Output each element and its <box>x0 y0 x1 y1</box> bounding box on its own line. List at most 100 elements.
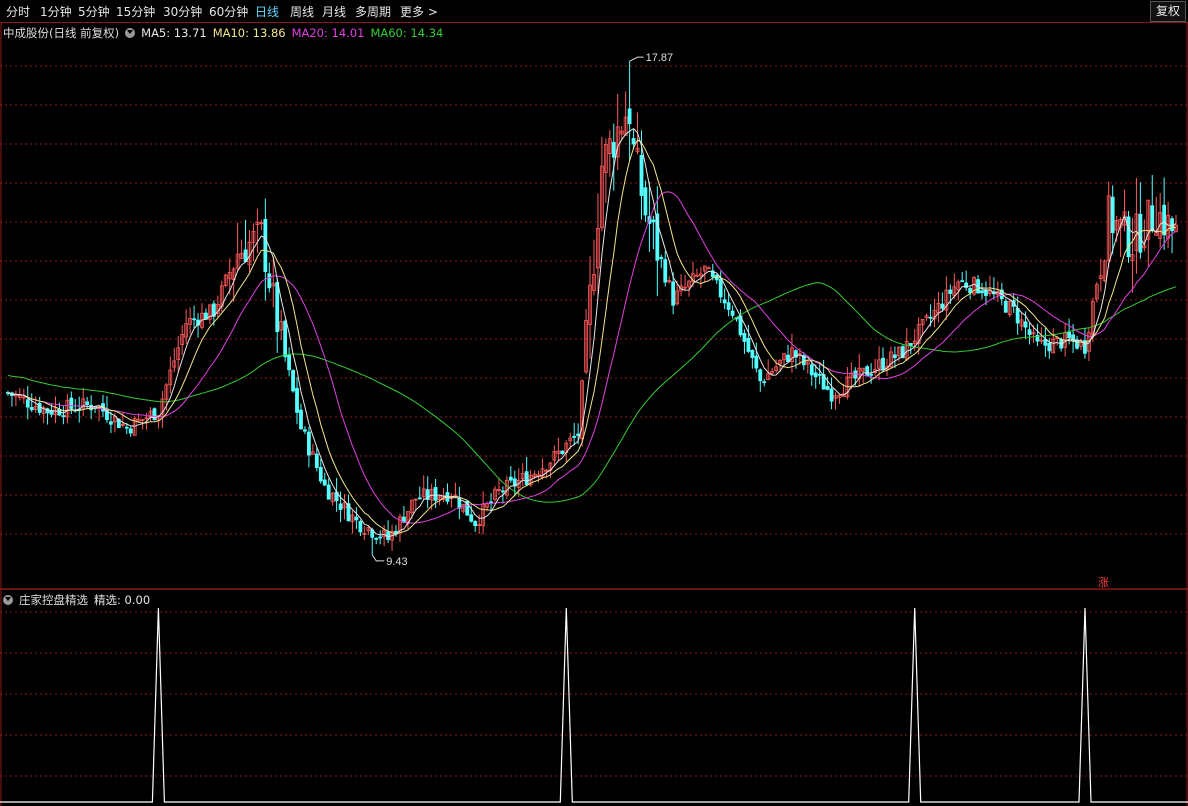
candle-body <box>417 497 422 500</box>
candle-body <box>671 281 676 306</box>
candle-body <box>754 355 759 369</box>
period-tab[interactable]: 多周期 <box>355 3 391 20</box>
candle-body <box>61 415 66 417</box>
candle-body <box>643 187 648 216</box>
candle-body <box>275 282 280 333</box>
candle-body <box>299 409 303 430</box>
candle-body <box>940 303 945 309</box>
candlestick-chart[interactable]: 17.87 9.43 <box>0 22 1188 590</box>
candle-body <box>263 218 268 272</box>
jingxuan-line <box>0 607 1188 803</box>
candle-body <box>124 426 129 429</box>
candle-body <box>980 290 984 294</box>
low-label: 9.43 <box>386 556 407 568</box>
high-label: 17.87 <box>646 52 674 64</box>
candle-body <box>576 433 581 436</box>
candle-body <box>25 399 30 408</box>
candle-body <box>813 372 818 378</box>
candle-body <box>968 288 973 294</box>
ma20-label: MA20: 14.01 <box>291 26 365 40</box>
candle-body <box>1043 338 1048 346</box>
candle-body <box>1015 308 1020 324</box>
candle-body <box>152 408 157 421</box>
period-tab[interactable]: 分时 <box>6 3 30 20</box>
stock-title: 中成股份(日线 前复权) <box>3 26 120 40</box>
indicator-title: 庄家控盘精选 <box>19 593 88 607</box>
candle-body <box>85 401 90 405</box>
candle-body <box>358 521 363 533</box>
period-tab[interactable]: 1分钟 <box>40 3 72 20</box>
ma10-line <box>7 139 1177 535</box>
period-tab[interactable]: 更多 > <box>400 3 438 20</box>
candle-body <box>326 484 331 500</box>
period-tab[interactable]: 15分钟 <box>116 3 155 20</box>
settings-icon[interactable] <box>125 28 136 38</box>
candle-body <box>560 450 565 455</box>
candle-body <box>37 402 42 413</box>
candle-body <box>433 487 438 501</box>
candle-body <box>1067 331 1072 338</box>
candle-body <box>267 273 272 289</box>
candle-body <box>306 431 311 456</box>
candle-body <box>908 343 913 346</box>
period-tab[interactable]: 30分钟 <box>163 3 202 20</box>
candle-body <box>726 302 731 310</box>
candle-body <box>1023 321 1028 328</box>
candle-body <box>295 387 299 413</box>
candle-body <box>659 257 664 260</box>
ma60-line <box>7 282 1177 503</box>
candle-body <box>354 516 359 521</box>
candle-body <box>663 259 668 283</box>
candle-body <box>829 388 834 402</box>
fuquan-button[interactable]: 复权 <box>1149 1 1186 22</box>
period-tab[interactable]: 周线 <box>290 3 314 20</box>
period-tab[interactable]: 5分钟 <box>78 3 110 20</box>
candle-body <box>69 397 74 409</box>
candle-body <box>291 370 295 392</box>
candle-body <box>469 514 474 522</box>
zhang-badge: 涨 <box>1098 576 1109 589</box>
low-marker <box>371 554 385 562</box>
candle-body <box>192 318 196 321</box>
candle-body <box>109 421 113 425</box>
candle-body <box>762 381 767 384</box>
candle-body <box>524 471 529 485</box>
candle-body <box>881 357 885 371</box>
candle-body <box>730 310 735 316</box>
period-tab[interactable]: 60分钟 <box>209 3 248 20</box>
candle-body <box>572 435 577 438</box>
ma5-line <box>7 127 1177 538</box>
ma10-label: MA10: 13.86 <box>212 26 286 40</box>
candle-body <box>892 354 897 359</box>
candle-body <box>29 406 34 411</box>
candle-body <box>718 278 723 298</box>
candle-body <box>374 538 379 540</box>
candle-body <box>639 155 644 197</box>
candle-body <box>318 466 323 482</box>
candle-body <box>758 369 763 382</box>
candle-body <box>825 386 830 390</box>
indicator-value: 精选: 0.00 <box>94 593 151 607</box>
candle-body <box>283 320 288 358</box>
candle-body <box>742 333 747 342</box>
candle-body <box>865 366 870 377</box>
candle-body <box>314 453 319 468</box>
candle-body <box>1162 204 1167 236</box>
candle-body <box>722 299 727 304</box>
ma5-label: MA5: 13.71 <box>141 26 207 40</box>
candle-body <box>706 267 711 270</box>
candle-body <box>508 476 513 481</box>
candle-body <box>786 354 790 363</box>
candle-body <box>303 429 307 432</box>
candle-body <box>473 520 478 527</box>
candle-body <box>489 501 493 504</box>
indicator-legend: 庄家控盘精选 精选: 0.00 <box>3 592 156 608</box>
candle-body <box>287 354 292 371</box>
period-tab[interactable]: 日线 <box>255 3 279 20</box>
candle-body <box>869 373 874 376</box>
period-toolbar: 分时 1分钟 5分钟 15分钟 30分钟 60分钟 日线 周线 月线 多周期 更多 > <box>0 0 1188 23</box>
period-tab[interactable]: 月线 <box>322 3 346 20</box>
indicator-settings-icon[interactable] <box>3 595 13 605</box>
indicator-chart[interactable] <box>0 590 1188 806</box>
candle-body <box>928 316 933 319</box>
